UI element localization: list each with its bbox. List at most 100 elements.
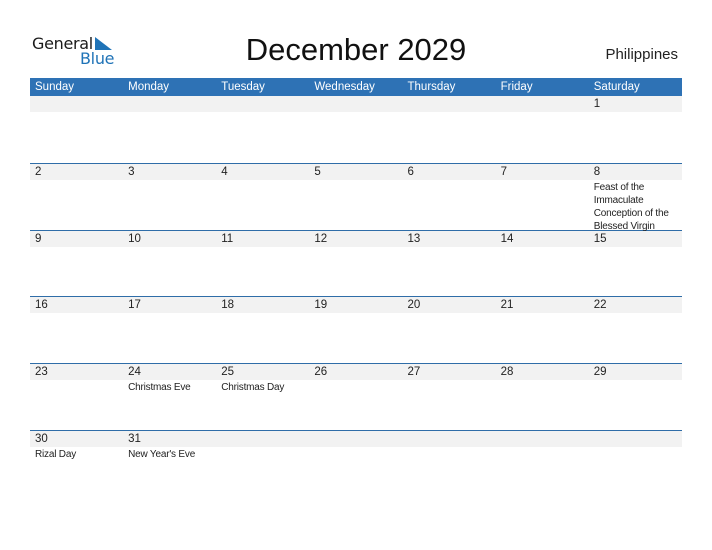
calendar-week-row: 2 3 4 5 6 7 8 Feast of the Immaculate Conceptio…: [30, 162, 682, 232]
day-number: [216, 96, 310, 112]
holiday-label: [589, 380, 682, 381]
day-number: [123, 96, 217, 112]
day-number: [309, 96, 403, 112]
calendar-day-cell: 14: [495, 230, 589, 297]
calendar-day-cell: 6: [402, 163, 496, 230]
weekday-header: Tuesday: [221, 81, 265, 93]
calendar-day-cell: 23: [30, 364, 124, 430]
holiday-label: [403, 112, 496, 113]
holiday-label: [30, 380, 123, 381]
day-number: [216, 430, 310, 447]
holiday-label: [496, 447, 589, 448]
holiday-label: [403, 447, 496, 448]
calendar-day-cell: [309, 96, 403, 163]
holiday-label: [403, 247, 496, 248]
holiday-label: [309, 313, 402, 314]
calendar-day-cell: 10: [123, 230, 217, 297]
holiday-label: [30, 180, 123, 181]
holiday-label: [589, 247, 682, 248]
day-number: 20: [402, 297, 496, 314]
day-number: [309, 430, 403, 447]
holiday-label: [30, 112, 123, 113]
holiday-label: [216, 180, 309, 181]
day-number: 13: [402, 230, 496, 247]
day-number: 31: [123, 430, 217, 447]
holiday-label: [403, 313, 496, 314]
day-number: [495, 430, 589, 447]
weekday-header-row: Sunday Monday Tuesday Wednesday Thursday…: [30, 78, 682, 96]
calendar-day-cell: 27: [402, 364, 496, 430]
holiday-label: [496, 247, 589, 248]
day-number: 15: [588, 230, 682, 247]
weekday-header: Wednesday: [314, 81, 375, 93]
calendar-day-cell: 12: [309, 230, 403, 297]
day-number: 9: [30, 230, 124, 247]
day-number: [495, 96, 589, 112]
holiday-label: [309, 447, 402, 448]
holiday-label: [309, 380, 402, 381]
day-number: 6: [402, 163, 496, 180]
calendar-day-cell: 25 Christmas Day: [216, 364, 310, 430]
calendar-grid: Sunday Monday Tuesday Wednesday Thursday…: [30, 78, 682, 497]
holiday-label: [496, 180, 589, 181]
calendar-day-cell: 28: [495, 364, 589, 430]
day-number: 26: [309, 364, 403, 381]
calendar-day-cell: 17: [123, 297, 217, 363]
calendar-day-cell: 16: [30, 297, 124, 363]
calendar-day-cell: 11: [216, 230, 310, 297]
day-number: [588, 430, 682, 447]
weekday-header: Monday: [128, 81, 170, 93]
day-number: [402, 430, 496, 447]
calendar-day-cell: [588, 430, 682, 497]
holiday-label: Rizal Day: [35, 448, 76, 460]
day-number: 1: [588, 96, 682, 112]
holiday-label: [123, 180, 216, 181]
day-number: 23: [30, 364, 124, 381]
day-number: 12: [309, 230, 403, 247]
day-number: 29: [588, 364, 682, 381]
holiday-label: [123, 112, 216, 113]
calendar-day-cell: 4: [216, 163, 310, 230]
calendar-day-cell: 15: [588, 230, 682, 297]
holiday-label: Christmas Eve: [128, 382, 191, 394]
calendar-day-cell: [402, 430, 496, 497]
country-label: Philippines: [605, 46, 678, 63]
calendar-day-cell: 9: [30, 230, 124, 297]
calendar-day-cell: 2: [30, 163, 124, 230]
calendar-day-cell: 21: [495, 297, 589, 363]
holiday-label: [30, 313, 123, 314]
holiday-label: [403, 380, 496, 381]
holiday-label: New Year's Eve: [128, 448, 196, 460]
holiday-label: [589, 112, 682, 113]
calendar-day-cell: 8 Feast of the Immaculate Conception of t…: [588, 163, 682, 232]
calendar-day-cell: 13: [402, 230, 496, 297]
calendar-day-cell: 26: [309, 364, 403, 430]
day-number: 2: [30, 163, 124, 180]
day-number: 30: [30, 430, 124, 447]
calendar-day-cell: [216, 96, 310, 163]
calendar-day-cell: 24 Christmas Eve: [123, 364, 217, 430]
day-number: 4: [216, 163, 310, 180]
calendar-day-cell: 30 Rizal Day: [30, 430, 124, 497]
holiday-label: [309, 247, 402, 248]
holiday-label: [496, 313, 589, 314]
day-number: 19: [309, 297, 403, 314]
holiday-label: [216, 247, 309, 248]
day-number: 7: [495, 163, 589, 180]
weekday-header: Sunday: [35, 81, 75, 93]
holiday-label: Christmas Day: [221, 382, 285, 394]
calendar-day-cell: 18: [216, 297, 310, 363]
calendar-day-cell: [309, 430, 403, 497]
day-number: 3: [123, 163, 217, 180]
calendar-day-cell: [123, 96, 217, 163]
calendar-day-cell: [216, 430, 310, 497]
weekday-header: Saturday: [593, 81, 640, 93]
calendar-day-cell: 7: [495, 163, 589, 230]
calendar-week-row: 30 Rizal Day 31 New Year's Eve: [30, 429, 682, 497]
day-number: 28: [495, 364, 589, 381]
weekday-header: Friday: [500, 81, 533, 93]
calendar-week-row: 16 17 18 19 20 21 22: [30, 296, 682, 363]
calendar-day-cell: 5: [309, 163, 403, 230]
holiday-label: [403, 180, 496, 181]
calendar-day-cell: 22: [588, 297, 682, 363]
